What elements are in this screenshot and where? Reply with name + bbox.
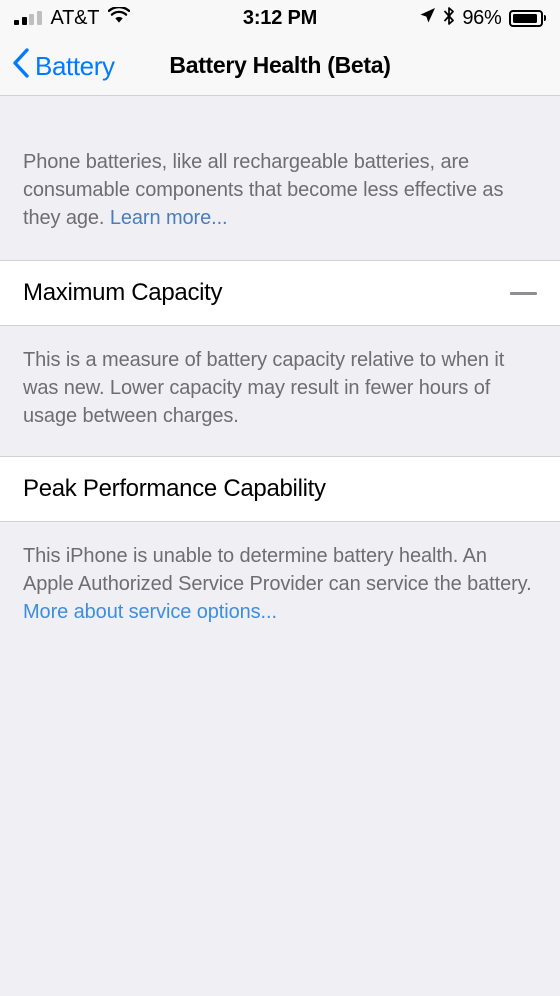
maximum-capacity-description: This is a measure of battery capacity re… [23, 349, 505, 427]
more-about-service-options-link[interactable]: More about service options... [23, 601, 277, 623]
status-bar: AT&T 3:12 PM 96% [0, 0, 560, 36]
peak-performance-description-text: This iPhone is unable to determine batte… [23, 545, 532, 595]
maximum-capacity-description-block: This is a measure of battery capacity re… [0, 326, 560, 456]
battery-percent-label: 96% [462, 6, 502, 29]
intro-description-text: Phone batteries, like all rechargeable b… [23, 151, 504, 229]
back-button-label: Battery [35, 50, 115, 81]
peak-performance-description-block: This iPhone is unable to determine batte… [0, 522, 560, 652]
maximum-capacity-row[interactable]: Maximum Capacity [0, 260, 560, 326]
status-bar-left: AT&T [14, 5, 131, 29]
carrier-name: AT&T [50, 7, 100, 29]
signal-bars-icon [14, 11, 42, 25]
intro-description: Phone batteries, like all rechargeable b… [23, 148, 537, 232]
back-button[interactable]: Battery [0, 48, 115, 83]
wifi-icon [108, 5, 131, 29]
maximum-capacity-label: Maximum Capacity [23, 279, 223, 306]
learn-more-link[interactable]: Learn more... [110, 207, 228, 229]
maximum-capacity-value [510, 291, 537, 295]
peak-performance-description: This iPhone is unable to determine batte… [23, 542, 537, 626]
settings-content: Phone batteries, like all rechargeable b… [0, 96, 560, 652]
chevron-left-icon [12, 48, 30, 83]
navigation-bar: Battery Battery Health (Beta) [0, 36, 560, 96]
intro-description-block: Phone batteries, like all rechargeable b… [0, 96, 560, 260]
status-bar-right: 96% [419, 7, 546, 30]
battery-icon [508, 9, 546, 27]
bluetooth-icon [443, 6, 455, 30]
peak-performance-label: Peak Performance Capability [23, 475, 326, 502]
location-arrow-icon [419, 7, 436, 29]
dash-icon [510, 291, 537, 295]
peak-performance-row[interactable]: Peak Performance Capability [0, 456, 560, 522]
